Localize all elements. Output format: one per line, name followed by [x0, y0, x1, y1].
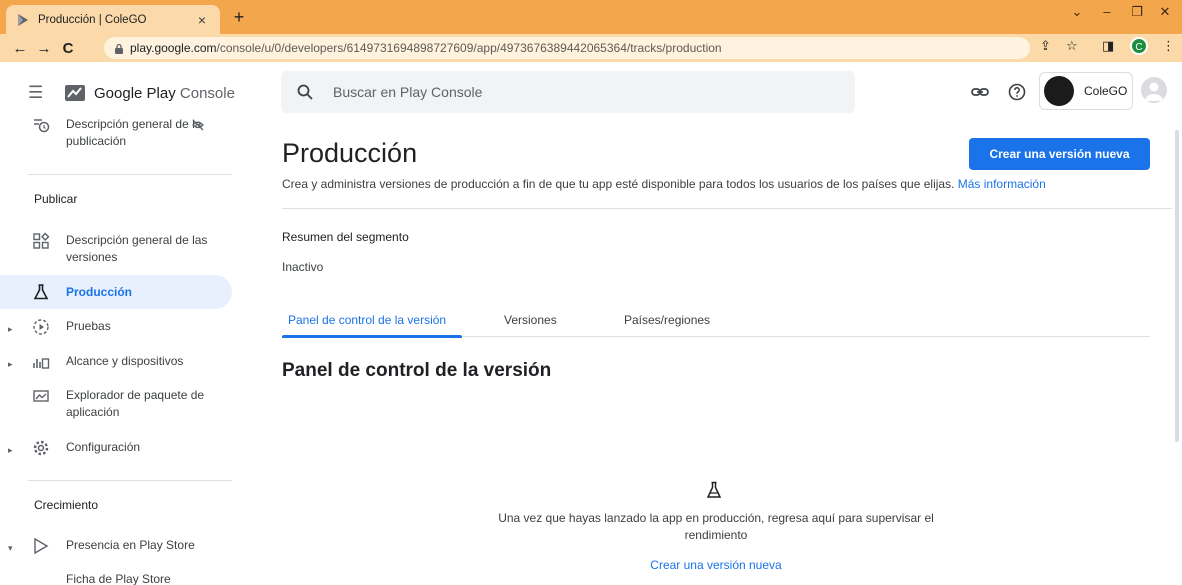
- changes-hidden-icon: [192, 119, 204, 131]
- back-button[interactable]: ←: [8, 40, 32, 57]
- page-description: Crea y administra versiones de producció…: [282, 177, 1046, 191]
- tab-countries-regions[interactable]: Países/regiones: [624, 313, 710, 327]
- testing-icon: [33, 319, 49, 335]
- bundle-explorer-icon: [33, 390, 49, 402]
- browser-tab-title: Producción | ColeGO: [38, 13, 147, 26]
- developer-avatar: [1044, 76, 1074, 106]
- browser-profile-avatar[interactable]: C: [1130, 37, 1148, 55]
- sidebar-item-label: Producción: [66, 284, 133, 299]
- sidebar-item-setup[interactable]: ▸ Configuración: [0, 439, 232, 459]
- help-icon[interactable]: [1007, 82, 1027, 102]
- sidebar-item-store-presence[interactable]: ▾ Presencia en Play Store: [0, 537, 232, 557]
- sidebar-item-label: Descripción general de la publicación: [66, 117, 202, 148]
- tab-search-icon[interactable]: ⌄: [1062, 4, 1092, 20]
- page-title: Producción: [282, 138, 418, 168]
- reach-devices-icon: [33, 358, 50, 369]
- sidebar-item-store-listing[interactable]: Ficha de Play Store: [0, 571, 232, 585]
- forward-button[interactable]: →: [32, 40, 56, 57]
- user-silhouette-icon: [1145, 82, 1163, 101]
- release-overview-icon: [33, 232, 50, 249]
- sidebar-item-label: Descripción general de las versiones: [66, 233, 208, 264]
- gear-icon: [33, 440, 49, 456]
- url-path: /console/u/0/developers/6149731694898727…: [216, 41, 722, 55]
- new-tab-button[interactable]: +: [228, 7, 250, 28]
- browser-toolbar: ← → C play.google.com/console/u/0/develo…: [0, 34, 1182, 62]
- sidebar-item-label: Ficha de Play Store: [66, 572, 171, 585]
- browser-menu-icon[interactable]: ⋮: [1162, 38, 1175, 54]
- minimize-button[interactable]: –: [1092, 4, 1122, 19]
- reload-button[interactable]: C: [56, 40, 80, 57]
- sidebar-item-label: Alcance y dispositivos: [66, 354, 184, 368]
- create-release-button[interactable]: Crear una versión nueva: [969, 138, 1150, 170]
- production-flask-icon: [33, 284, 49, 300]
- search-placeholder: Buscar en Play Console: [333, 84, 483, 100]
- browser-tab-strip: Producción | ColeGO × + ⌄ – ❐ ✕: [0, 0, 1182, 34]
- empty-state-create-link[interactable]: Crear una versión nueva: [626, 558, 806, 572]
- active-tab-indicator: [282, 335, 462, 338]
- close-window-button[interactable]: ✕: [1150, 4, 1180, 20]
- store-presence-icon: [34, 537, 49, 555]
- menu-hamburger-icon[interactable]: ☰: [28, 83, 48, 103]
- share-icon[interactable]: ⇪: [1040, 38, 1051, 54]
- content-divider: [282, 208, 1172, 209]
- sidebar-item-production[interactable]: Producción: [0, 275, 232, 309]
- tab-close-icon[interactable]: ×: [194, 12, 210, 28]
- section-title-growth: Crecimiento: [34, 498, 99, 512]
- description-text: Crea y administra versiones de producció…: [282, 177, 955, 191]
- sidebar-item-reach-devices[interactable]: ▸ Alcance y dispositivos: [0, 353, 232, 373]
- section-title-publish: Publicar: [34, 192, 78, 206]
- developer-account-switcher[interactable]: ColeGO: [1039, 72, 1133, 110]
- sidebar-item-bundle-explorer[interactable]: Explorador de paquete de aplicación: [0, 387, 232, 421]
- sidebar-item-label: Pruebas: [66, 319, 111, 333]
- brand-name: Google Play Console: [94, 84, 235, 102]
- main-content: Producción Crear una versión nueva Crea …: [246, 120, 1182, 585]
- sidebar-divider: [28, 480, 232, 481]
- sidebar: ☰ Google Play Console Descripción genera…: [0, 62, 246, 585]
- tab-releases[interactable]: Versiones: [504, 313, 557, 327]
- link-icon[interactable]: [970, 82, 990, 102]
- side-panel-icon[interactable]: ◨: [1102, 38, 1114, 54]
- address-bar[interactable]: play.google.com/console/u/0/developers/6…: [104, 37, 1030, 59]
- flask-icon: [706, 481, 722, 498]
- sidebar-item-testing[interactable]: ▸ Pruebas: [0, 318, 232, 338]
- search-input[interactable]: Buscar en Play Console: [281, 71, 855, 113]
- tab-release-dashboard[interactable]: Panel de control de la versión: [288, 313, 446, 327]
- maximize-button[interactable]: ❐: [1122, 4, 1152, 20]
- more-info-link[interactable]: Más información: [958, 177, 1046, 191]
- expand-arrow-icon[interactable]: ▸: [8, 439, 22, 459]
- url-host: play.google.com: [130, 41, 217, 55]
- user-avatar[interactable]: [1141, 77, 1167, 103]
- sidebar-item-label: Configuración: [66, 440, 141, 454]
- segment-summary-title: Resumen del segmento: [282, 230, 409, 244]
- brand[interactable]: ☰ Google Play Console: [28, 82, 235, 104]
- play-console-logo-icon: [65, 85, 85, 101]
- play-console-favicon-icon: [18, 13, 28, 26]
- tab-bar: Panel de control de la versión Versiones…: [282, 307, 1150, 338]
- expand-arrow-icon[interactable]: ▸: [8, 353, 22, 373]
- search-icon: [297, 84, 313, 100]
- developer-account-name: ColeGO: [1084, 84, 1128, 98]
- bookmark-star-icon[interactable]: ☆: [1066, 38, 1078, 54]
- section-title: Panel de control de la versión: [282, 360, 552, 381]
- lock-icon: [115, 43, 123, 54]
- empty-state-message: Una vez que hayas lanzado la app en prod…: [498, 511, 934, 542]
- scrollbar[interactable]: [1175, 130, 1179, 442]
- expand-arrow-icon[interactable]: ▸: [8, 318, 22, 338]
- collapse-arrow-icon[interactable]: ▾: [8, 537, 22, 557]
- sidebar-item-label: Explorador de paquete de aplicación: [66, 388, 205, 419]
- browser-tab[interactable]: Producción | ColeGO ×: [6, 5, 220, 34]
- sidebar-divider: [28, 174, 232, 175]
- sidebar-item-label: Presencia en Play Store: [66, 538, 195, 552]
- segment-status: Inactivo: [282, 260, 324, 274]
- publishing-overview-icon: [34, 119, 50, 133]
- sidebar-item-release-overview[interactable]: Descripción general de las versiones: [0, 232, 232, 266]
- sidebar-item-publishing-overview[interactable]: Descripción general de la publicación: [0, 116, 232, 150]
